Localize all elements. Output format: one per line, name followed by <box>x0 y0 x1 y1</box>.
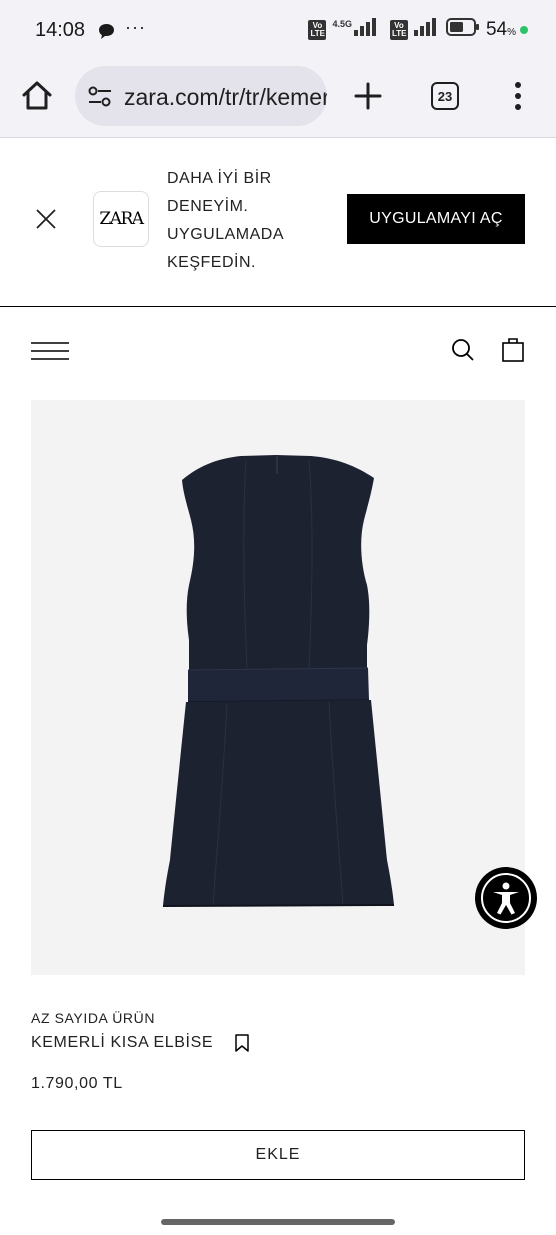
open-app-button[interactable]: UYGULAMAYI AÇ <box>347 194 525 244</box>
volte-icon: Vo LTE <box>308 19 327 40</box>
site-header <box>0 308 556 392</box>
tab-switcher-icon[interactable]: 23 <box>431 82 459 110</box>
product-name[interactable]: KEMERLİ KISA ELBİSE <box>31 1034 213 1052</box>
signal-icon-2 <box>413 18 440 41</box>
app-install-banner: ZARA DAHA İYİ BİR DENEYİM. UYGULAMADA KE… <box>0 139 556 307</box>
chat-bubble-icon <box>98 23 115 44</box>
battery-percent-value: 54 <box>485 18 508 40</box>
status-time: 14:08 <box>35 19 86 41</box>
shopping-bag-icon[interactable] <box>502 337 524 362</box>
volte-icon-2: Vo LTE <box>389 19 408 40</box>
accessibility-button[interactable] <box>475 867 537 929</box>
hamburger-menu-icon[interactable] <box>31 342 69 360</box>
gesture-bar[interactable] <box>161 1219 395 1225</box>
charging-dot-icon <box>520 25 528 34</box>
site-settings-icon[interactable] <box>87 86 113 113</box>
bookmark-icon[interactable] <box>234 1034 250 1052</box>
stock-status: AZ SAYIDA ÜRÜN <box>31 1010 156 1026</box>
close-icon[interactable] <box>36 209 56 229</box>
browser-toolbar: zara.com/tr/tr/kemerli-kisa-elbise 23 <box>0 62 556 138</box>
search-icon[interactable] <box>451 338 475 362</box>
battery-percent: 54% <box>486 19 516 41</box>
new-tab-plus-icon[interactable] <box>352 80 384 112</box>
signal-icon <box>353 18 384 41</box>
add-to-cart-button[interactable]: EKLE <box>31 1130 525 1180</box>
battery-percent-sign: % <box>507 26 516 38</box>
url-text[interactable]: zara.com/tr/tr/kemerli-kisa-elbise <box>124 84 327 111</box>
banner-message: DAHA İYİ BİR DENEYİM. UYGULAMADA KEŞFEDİ… <box>167 170 284 271</box>
url-bar[interactable]: zara.com/tr/tr/kemerli-kisa-elbise <box>75 66 327 126</box>
status-bar: 14:08 ··· Vo LTE 4.5G Vo LTE 54% <box>0 0 556 62</box>
product-image[interactable] <box>31 400 525 975</box>
product-price: 1.790,00 TL <box>31 1075 123 1092</box>
zara-app-logo: ZARA <box>93 191 149 247</box>
accessibility-icon <box>481 873 531 923</box>
battery-icon <box>445 18 480 41</box>
overflow-menu-icon[interactable] <box>512 80 524 112</box>
more-dots-icon: ··· <box>125 17 146 37</box>
home-icon[interactable] <box>20 79 54 113</box>
dress-illustration <box>162 455 395 907</box>
network-type-label: 4.5G <box>332 18 352 29</box>
